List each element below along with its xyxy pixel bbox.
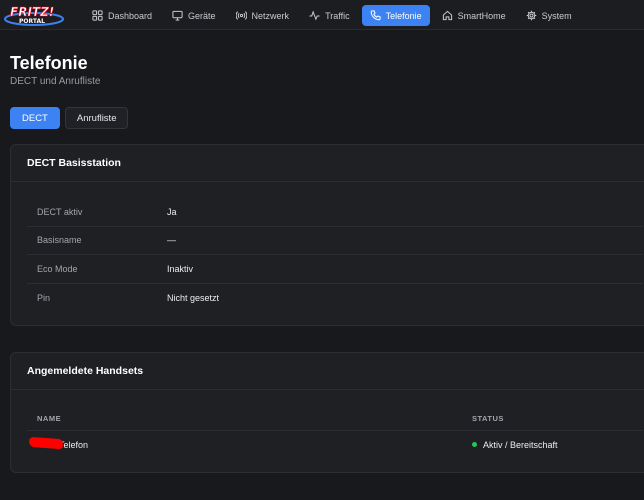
status-dot-icon [472,442,477,447]
table-row: Telefon Aktiv / Bereitschaft [27,431,643,458]
row-label: Eco Mode [37,263,78,274]
top-navigation-bar: FRITZ! PORTAL Dashboard Geräte Netzwerk … [0,0,644,30]
row-label: Pin [37,292,51,303]
column-header-status: STATUS [472,413,504,423]
grid-icon [92,10,103,21]
logo-line2: PORTAL [19,18,45,25]
nav-item-system[interactable]: System [518,5,580,26]
tab-anrufliste[interactable]: Anrufliste [64,107,129,129]
nav-label: Netzwerk [251,10,290,21]
row-value: — [167,235,176,246]
nav-item-traffic[interactable]: Traffic [301,5,358,26]
row-label: DECT aktiv [37,206,83,217]
table-row: Pin Nicht gesetzt [27,284,643,313]
table-row: DECT aktiv Ja [27,198,643,227]
nav-item-smarthome[interactable]: SmartHome [434,5,514,26]
fritz-portal-logo[interactable]: FRITZ! PORTAL [4,3,64,27]
broadcast-icon [235,11,247,20]
nav-label: Telefonie [385,10,422,21]
card-title: DECT Basisstation [11,145,644,182]
handset-status-cell: Aktiv / Bereitschaft [472,440,558,450]
table-header: NAME STATUS [27,406,643,431]
row-value: Ja [167,206,177,217]
logo-icon: FRITZ! PORTAL [4,5,64,26]
nav-item-telefonie[interactable]: Telefonie [361,5,430,26]
page-title: Telefonie [10,53,88,73]
nav-label: SmartHome [457,10,506,21]
row-label: Basisname [37,235,82,246]
handsets-table: NAME STATUS Telefon Aktiv / Bereitschaft [27,406,643,458]
table-row: Eco Mode Inaktiv [27,255,643,284]
nav-label: System [541,10,572,21]
dect-info-table: DECT aktiv Ja Basisname — Eco Mode Inakt… [27,198,643,312]
page-subtitle: DECT und Anrufliste [10,76,101,87]
activity-icon [309,10,320,21]
nav-item-geraete[interactable]: Geräte [164,5,224,26]
tab-dect[interactable]: DECT [10,107,60,129]
table-row: Basisname — [27,227,643,255]
nav-label: Dashboard [108,10,153,21]
gear-icon [526,10,536,21]
dect-card: DECT Basisstation DECT aktiv Ja Basisnam… [10,144,644,326]
main-nav: Dashboard Geräte Netzwerk Traffic Telefo… [84,5,580,26]
redaction-mark [28,436,64,449]
nav-item-dashboard[interactable]: Dashboard [84,5,160,26]
handsets-card: Angemeldete Handsets NAME STATUS Telefon… [10,352,644,473]
tab-bar: DECT Anrufliste [10,107,129,129]
nav-item-netzwerk[interactable]: Netzwerk [228,5,298,26]
nav-label: Traffic [325,10,350,21]
home-icon [442,10,452,21]
handset-name-cell: Telefon [27,436,472,450]
row-value: Inaktiv [167,263,194,274]
column-header-name: NAME [37,413,62,423]
row-value: Nicht gesetzt [167,292,220,303]
monitor-icon [172,10,183,21]
phone-icon [370,10,381,21]
handset-status: Aktiv / Bereitschaft [483,439,558,450]
card-title: Angemeldete Handsets [11,353,644,390]
nav-label: Geräte [188,10,216,21]
logo-line1: FRITZ! [10,5,54,19]
